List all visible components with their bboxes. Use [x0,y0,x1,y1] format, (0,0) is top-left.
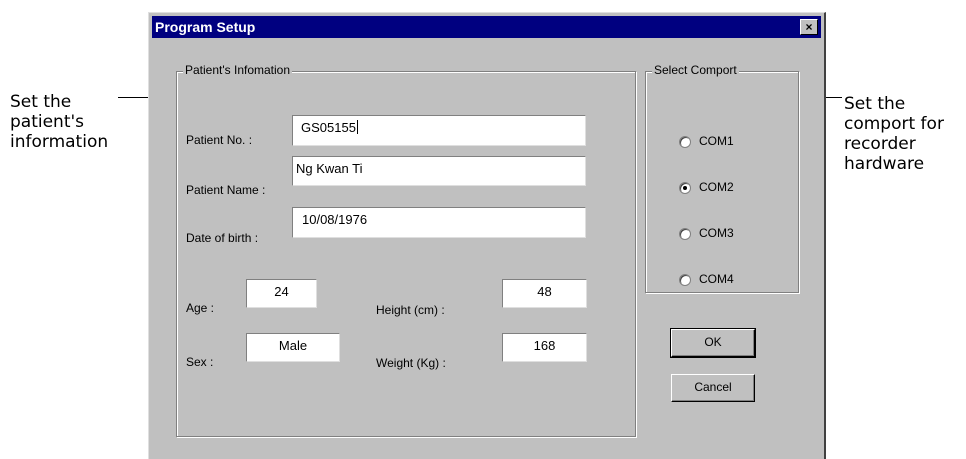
close-button[interactable]: × [800,19,818,35]
radio-label-com1: COM1 [699,134,734,148]
radio-label-com2: COM2 [699,180,734,194]
radio-button[interactable] [679,274,691,286]
sex-field[interactable]: Male [246,333,340,362]
age-value: 24 [274,284,289,299]
sex-label: Sex : [186,355,214,369]
cancel-button[interactable]: Cancel [671,374,755,402]
program-setup-dialog: Program Setup × Patient's Infomation Pat… [148,12,826,459]
patient-name-label: Patient Name : [186,183,266,197]
radio-button[interactable] [679,228,691,240]
sex-value: Male [278,338,308,353]
age-label: Age : [186,301,215,315]
dob-field[interactable]: 10/08/1976 [292,207,586,238]
comport-legend: Select Comport [652,63,739,77]
height-field[interactable]: 48 [502,279,587,308]
patient-no-label: Patient No. : [186,133,253,147]
patient-name-field[interactable]: Ng Kwan Ti [292,156,586,186]
weight-field[interactable]: 168 [502,333,587,362]
patient-info-legend: Patient's Infomation [183,63,293,77]
weight-value: 168 [533,338,556,353]
callout-line-right [826,97,842,98]
ok-button[interactable]: OK [670,328,756,358]
weight-label: Weight (Kg) : [376,356,446,370]
height-label: Height (cm) : [376,303,445,317]
callout-patient-info: Set the patient's information [10,92,109,152]
radio-button-selected[interactable] [679,182,691,194]
dob-label: Date of birth : [186,231,259,245]
age-field[interactable]: 24 [246,279,317,308]
patient-no-field[interactable]: GS05155 [292,115,586,146]
text-caret [356,120,358,134]
callout-comport: Set the comport for recorder hardware [844,94,944,174]
patient-name-value: Ng Kwan Ti [296,161,363,176]
title-bar[interactable]: Program Setup × [152,16,821,38]
radio-label-com4: COM4 [699,272,734,286]
close-icon: × [805,20,813,34]
patient-no-value: GS05155 [301,120,356,135]
dob-value: 10/08/1976 [302,212,368,227]
radio-label-com3: COM3 [699,226,734,240]
dialog-title: Program Setup [155,19,256,35]
callout-line-left [118,97,148,98]
radio-button[interactable] [679,136,691,148]
height-value: 48 [537,284,552,299]
